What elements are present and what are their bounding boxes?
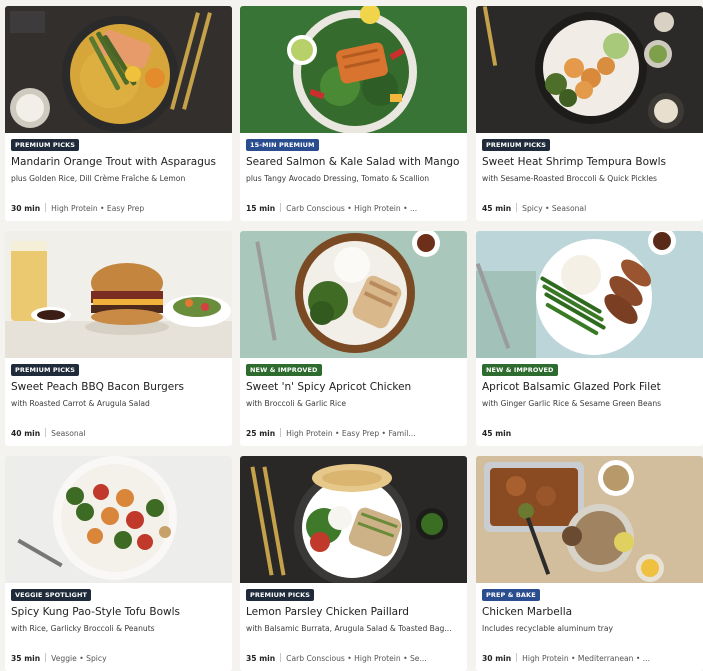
meta-divider bbox=[516, 653, 518, 662]
cook-time: 35 min bbox=[11, 654, 41, 663]
recipe-card[interactable]: PREP & BAKE Chicken Marbella Includes re… bbox=[476, 456, 703, 671]
recipe-tags: Carb Conscious • High Protein • Se... bbox=[286, 654, 427, 663]
recipe-title[interactable]: Sweet Heat Shrimp Tempura Bowls bbox=[482, 155, 700, 169]
recipe-title[interactable]: Spicy Kung Pao-Style Tofu Bowls bbox=[11, 605, 229, 619]
badge-premium-picks: PREMIUM PICKS bbox=[11, 364, 80, 376]
recipe-tags: High Protein • Easy Prep bbox=[51, 204, 145, 213]
recipe-subtitle: with Rice, Garlicky Broccoli & Peanuts bbox=[11, 624, 155, 633]
badge-premium-picks: PREMIUM PICKS bbox=[482, 139, 551, 151]
recipe-card[interactable]: PREMIUM PICKS Sweet Heat Shrimp Tempura … bbox=[476, 6, 703, 221]
cook-time: 30 min bbox=[482, 654, 512, 663]
recipe-subtitle: with Ginger Garlic Rice & Sesame Green B… bbox=[482, 399, 662, 408]
meta-divider bbox=[45, 428, 47, 437]
recipe-meta: 45 min bbox=[482, 428, 700, 440]
recipe-title[interactable]: Chicken Marbella bbox=[482, 605, 700, 619]
recipe-tags: Seasonal bbox=[51, 429, 86, 438]
badge-premium-picks: PREMIUM PICKS bbox=[246, 589, 315, 601]
meta-divider bbox=[516, 203, 518, 212]
recipe-subtitle: with Sesame-Roasted Broccoli & Quick Pic… bbox=[482, 174, 658, 183]
meta-divider bbox=[280, 203, 282, 212]
badge-premium-picks: PREMIUM PICKS bbox=[11, 139, 80, 151]
recipe-meta: 35 min Carb Conscious • High Protein • Se… bbox=[246, 653, 464, 665]
cook-time: 15 min bbox=[246, 204, 276, 213]
recipe-meta: 25 min High Protein • Easy Prep • Famil..… bbox=[246, 428, 464, 440]
recipe-card[interactable]: VEGGIE SPOTLIGHT Spicy Kung Pao-Style To… bbox=[5, 456, 232, 671]
cook-time: 45 min bbox=[482, 204, 512, 213]
recipe-subtitle: with Balsamic Burrata, Arugula Salad & T… bbox=[246, 624, 452, 633]
badge-new-improved: NEW & IMPROVED bbox=[482, 364, 558, 376]
recipe-subtitle: plus Tangy Avocado Dressing, Tomato & Sc… bbox=[246, 174, 430, 183]
meta-divider bbox=[45, 653, 47, 662]
meta-divider bbox=[280, 428, 282, 437]
recipe-title[interactable]: Apricot Balsamic Glazed Pork Filet bbox=[482, 380, 700, 394]
recipe-grid: PREMIUM PICKS Mandarin Orange Trout with… bbox=[0, 0, 703, 671]
recipe-photo[interactable] bbox=[5, 231, 232, 358]
cook-time: 35 min bbox=[246, 654, 276, 663]
recipe-title[interactable]: Sweet 'n' Spicy Apricot Chicken bbox=[246, 380, 464, 394]
badge-new-improved: NEW & IMPROVED bbox=[246, 364, 322, 376]
recipe-tags: Carb Conscious • High Protein • ... bbox=[286, 204, 418, 213]
recipe-card[interactable]: NEW & IMPROVED Apricot Balsamic Glazed P… bbox=[476, 231, 703, 446]
recipe-photo[interactable] bbox=[476, 231, 703, 358]
recipe-title[interactable]: Seared Salmon & Kale Salad with Mango bbox=[246, 155, 464, 169]
recipe-card[interactable]: PREMIUM PICKS Lemon Parsley Chicken Pail… bbox=[240, 456, 467, 671]
recipe-meta: 35 min Veggie • Spicy bbox=[11, 653, 229, 665]
recipe-meta: 30 min High Protein • Easy Prep bbox=[11, 203, 229, 215]
recipe-subtitle: plus Golden Rice, Dill Crème Fraîche & L… bbox=[11, 174, 186, 183]
cook-time: 40 min bbox=[11, 429, 41, 438]
recipe-card[interactable]: PREMIUM PICKS Mandarin Orange Trout with… bbox=[5, 6, 232, 221]
recipe-photo[interactable] bbox=[5, 456, 232, 583]
recipe-card[interactable]: PREMIUM PICKS Sweet Peach BBQ Bacon Burg… bbox=[5, 231, 232, 446]
recipe-title[interactable]: Mandarin Orange Trout with Asparagus bbox=[11, 155, 229, 169]
recipe-meta: 40 min Seasonal bbox=[11, 428, 229, 440]
recipe-title[interactable]: Lemon Parsley Chicken Paillard bbox=[246, 605, 464, 619]
recipe-meta: 30 min High Protein • Mediterranean • ... bbox=[482, 653, 700, 665]
cook-time: 45 min bbox=[482, 429, 512, 438]
recipe-photo[interactable] bbox=[240, 6, 467, 133]
recipe-card[interactable]: NEW & IMPROVED Sweet 'n' Spicy Apricot C… bbox=[240, 231, 467, 446]
recipe-tags: High Protein • Mediterranean • ... bbox=[522, 654, 650, 663]
cook-time: 25 min bbox=[246, 429, 276, 438]
recipe-tags: Veggie • Spicy bbox=[51, 654, 107, 663]
recipe-subtitle: with Roasted Carrot & Arugula Salad bbox=[11, 399, 150, 408]
badge-prep-bake: PREP & BAKE bbox=[482, 589, 540, 601]
recipe-photo[interactable] bbox=[240, 456, 467, 583]
recipe-photo[interactable] bbox=[476, 456, 703, 583]
recipe-tags: Spicy • Seasonal bbox=[522, 204, 587, 213]
recipe-photo[interactable] bbox=[5, 6, 232, 133]
meta-divider bbox=[45, 203, 47, 212]
recipe-photo[interactable] bbox=[240, 231, 467, 358]
recipe-title[interactable]: Sweet Peach BBQ Bacon Burgers bbox=[11, 380, 229, 394]
recipe-photo[interactable] bbox=[476, 6, 703, 133]
meta-divider bbox=[280, 653, 282, 662]
badge-15-min-premium: 15-MIN PREMIUM bbox=[246, 139, 319, 151]
recipe-subtitle: with Broccoli & Garlic Rice bbox=[246, 399, 347, 408]
cook-time: 30 min bbox=[11, 204, 41, 213]
recipe-meta: 45 min Spicy • Seasonal bbox=[482, 203, 700, 215]
badge-veggie-spotlight: VEGGIE SPOTLIGHT bbox=[11, 589, 92, 601]
recipe-tags: High Protein • Easy Prep • Famil... bbox=[286, 429, 416, 438]
recipe-card[interactable]: 15-MIN PREMIUM Seared Salmon & Kale Sala… bbox=[240, 6, 467, 221]
recipe-meta: 15 min Carb Conscious • High Protein • ..… bbox=[246, 203, 464, 215]
recipe-subtitle: Includes recyclable aluminum tray bbox=[482, 624, 614, 633]
